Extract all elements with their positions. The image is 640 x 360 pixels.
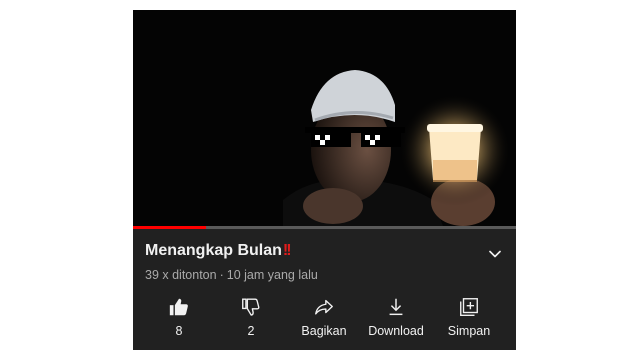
action-bar: 8 2 Bagikan Download Simpan xyxy=(133,294,516,350)
download-button[interactable]: Download xyxy=(358,294,434,350)
like-button[interactable]: 8 xyxy=(141,294,217,350)
video-title: Menangkap Bulan!! xyxy=(145,242,292,260)
view-count: 39 x ditonton xyxy=(145,268,217,282)
share-button[interactable]: Bagikan xyxy=(286,294,362,350)
dislike-button[interactable]: 2 xyxy=(213,294,289,350)
video-frame xyxy=(133,10,516,226)
save-playlist-icon xyxy=(460,298,478,316)
like-count: 8 xyxy=(175,324,183,338)
video-title-text: Menangkap Bulan xyxy=(145,242,282,259)
save-label: Simpan xyxy=(447,324,491,338)
video-meta: 39 x ditonton · 10 jam yang lalu xyxy=(145,268,318,282)
chevron-down-icon[interactable] xyxy=(485,244,505,264)
like-icon xyxy=(169,298,188,316)
save-button[interactable]: Simpan xyxy=(431,294,507,350)
double-exclamation-emoji: !! xyxy=(282,242,292,259)
video-title-row[interactable]: Menangkap Bulan!! xyxy=(145,242,505,266)
download-label: Download xyxy=(368,324,424,338)
meta-separator: · xyxy=(219,268,224,282)
dislike-icon xyxy=(242,298,260,316)
video-player[interactable] xyxy=(133,10,516,226)
video-watch-panel: Menangkap Bulan!! 39 x ditonton · 10 jam y… xyxy=(133,10,516,350)
upload-time: 10 jam yang lalu xyxy=(226,268,318,282)
dislike-count: 2 xyxy=(247,324,255,338)
video-progress-fill xyxy=(133,226,206,229)
share-label: Bagikan xyxy=(301,324,347,338)
video-progress-bar[interactable] xyxy=(133,226,516,229)
share-icon xyxy=(315,299,333,315)
download-icon xyxy=(389,298,403,316)
